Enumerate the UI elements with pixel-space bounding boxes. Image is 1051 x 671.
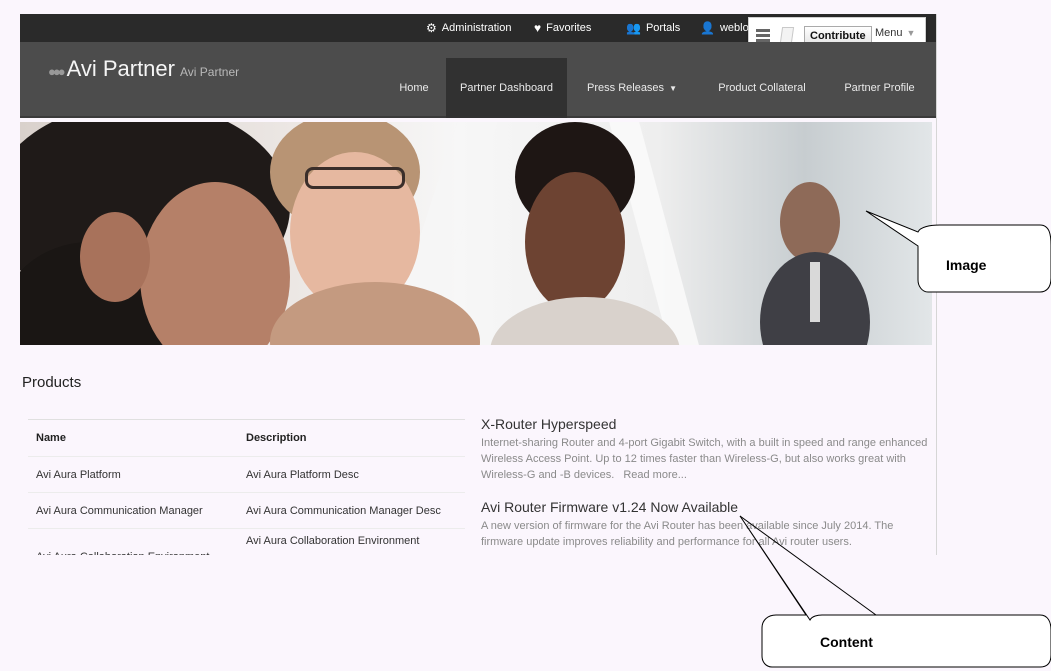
image-callout-bubble xyxy=(865,210,1051,293)
callout-overlay xyxy=(739,210,1051,668)
image-callout-label: Image xyxy=(946,257,987,273)
content-callout-label: Content xyxy=(820,634,873,650)
content-callout-bubble xyxy=(739,515,1051,668)
